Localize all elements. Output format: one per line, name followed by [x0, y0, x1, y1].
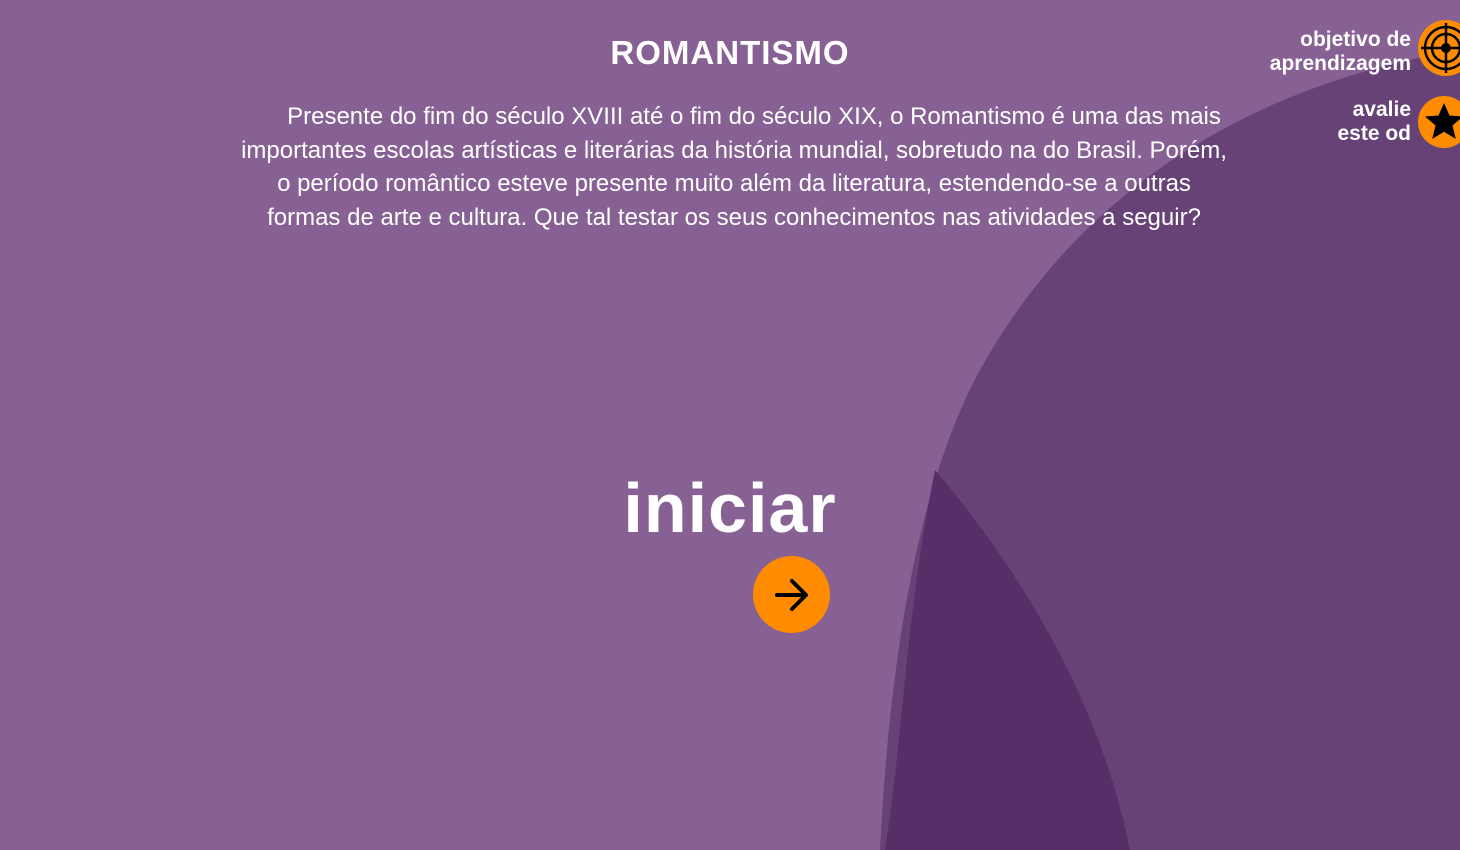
intro-paragraph: Presente do fim do século XVIII até o fi…	[241, 103, 1227, 231]
start-label: iniciar	[623, 469, 837, 547]
rate-od-label-line1: avalie	[1352, 98, 1411, 121]
start-button[interactable]	[753, 556, 830, 633]
learning-objective-label-line2: aprendizagem	[1269, 52, 1411, 75]
page-title: ROMANTISMO	[610, 34, 850, 71]
rate-od-button[interactable]	[1418, 96, 1460, 148]
arrow-right-icon	[774, 578, 808, 611]
learning-objective-button[interactable]	[1418, 20, 1460, 76]
learning-objective-link[interactable]: objetivo de aprendizagem	[1270, 28, 1411, 76]
target-icon	[1421, 23, 1460, 73]
star-icon	[1425, 103, 1460, 139]
learning-objective-label-line1: objetivo de	[1300, 28, 1411, 51]
rate-od-label-line2: este od	[1337, 122, 1411, 145]
rate-od-link[interactable]: avalie este od	[1337, 98, 1411, 146]
